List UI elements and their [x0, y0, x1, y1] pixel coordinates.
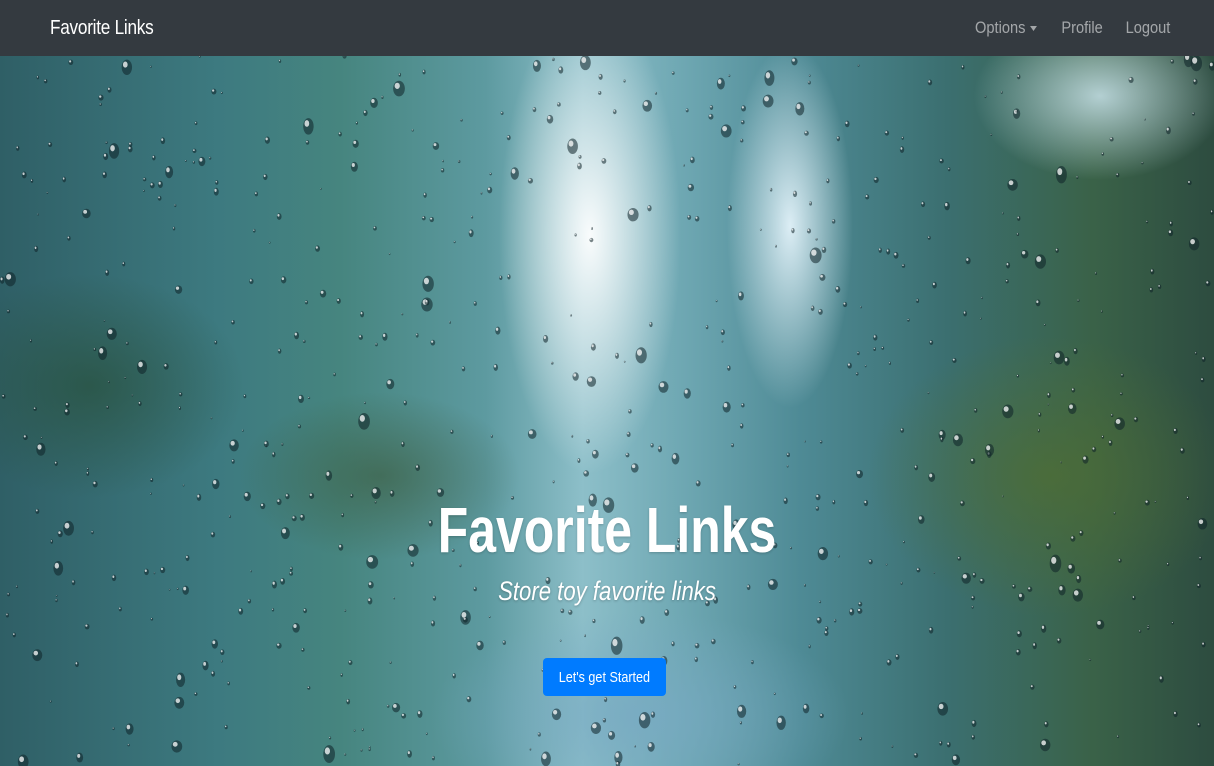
hero-title: Favorite Links	[437, 494, 777, 566]
hero-subtitle: Store toy favorite links	[498, 576, 716, 606]
hero-content: Favorite Links Store toy favorite links …	[0, 56, 1214, 766]
get-started-button[interactable]: Let's get Started	[543, 658, 666, 696]
options-dropdown[interactable]: Options	[975, 18, 1037, 38]
logout-link[interactable]: Logout	[1126, 18, 1171, 38]
get-started-label: Let's get Started	[558, 668, 651, 686]
hero-section: Favorite Links Store toy favorite links …	[0, 56, 1214, 766]
options-label: Options	[975, 18, 1026, 37]
brand-link[interactable]: Favorite Links	[50, 17, 154, 40]
caret-down-icon	[1029, 25, 1037, 31]
nav-links: Options Profile Logout	[970, 18, 1174, 38]
navbar: Favorite Links Options Profile Logout	[0, 0, 1214, 56]
profile-link[interactable]: Profile	[1061, 18, 1102, 38]
